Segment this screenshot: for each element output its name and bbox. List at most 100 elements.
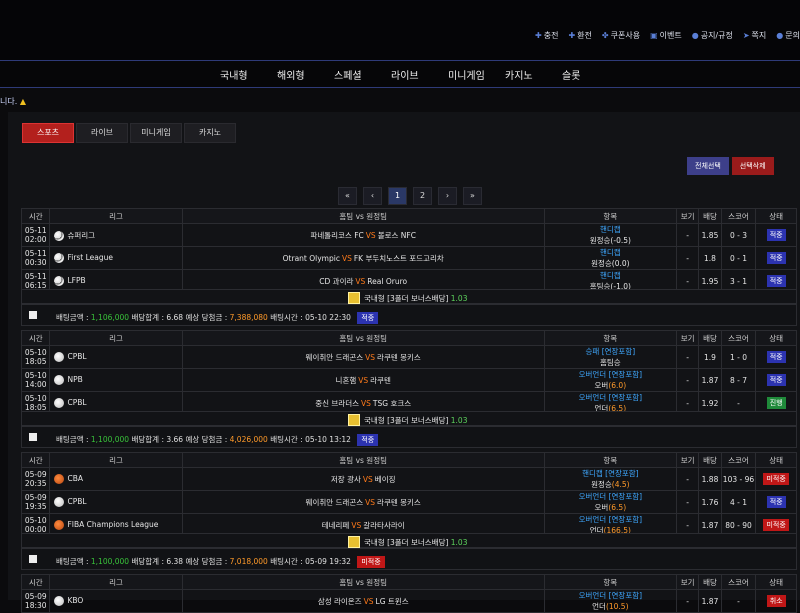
top-link-0[interactable]: ✚ 충전 [535,30,558,41]
league-cell: 슈퍼리그 [49,223,183,247]
first-page-button[interactable]: « [338,187,357,205]
league-name: CPBL [67,398,87,407]
header-score: 스코어 [720,574,757,590]
prev-page-button[interactable]: ‹ [363,187,382,205]
bonus-text: 국내형 [3폴더 보너스배당] 1.03 [364,293,467,304]
nav-item-6[interactable]: 슬롯 [562,67,619,82]
bonus-label: [3폴더 보너스배당] [384,294,451,303]
match-date: 05-10 [24,371,47,380]
match-cell[interactable]: 파네톨리코스 FC VS 볼로스 NFC [181,223,545,247]
pick: 오버(6.5) [545,502,675,513]
page-1-button[interactable]: 1 [388,187,407,205]
bonus-type: 국내형 [364,294,385,303]
select-checkbox[interactable] [29,433,37,441]
nav-item-2[interactable]: 스페셜 [334,67,391,82]
match-date: 05-11 [24,272,47,281]
bonus-label: [3폴더 보너스배당] [384,538,451,547]
view-cell[interactable]: - [675,246,700,270]
header-time: 시간 [20,208,51,224]
match-date: 05-11 [24,226,47,235]
tab-1[interactable]: 라이브 [76,123,128,143]
view-cell[interactable]: - [675,345,700,369]
nav-item-4[interactable]: 미니게임 [448,67,505,82]
top-link-5[interactable]: ➤ 쪽지 [743,30,766,41]
summary-total-label: 배당합계 : [131,557,164,566]
view-cell[interactable]: - [675,223,700,247]
match-date: 05-10 [24,394,47,403]
delete-selected-button[interactable]: 선택삭제 [731,157,774,175]
pick-label: 언더 [592,602,606,611]
match-time: 02:00 [24,235,47,244]
top-link-3[interactable]: ▣ 이벤트 [650,30,682,41]
vs-label: VS [361,398,371,408]
select-checkbox[interactable] [29,311,37,319]
status-cell: 취소 [755,589,797,613]
select-all-button[interactable]: 전체선택 [687,157,729,175]
pick-label: 오버 [594,503,609,512]
nav-item-1[interactable]: 해외형 [277,67,334,82]
top-link-6[interactable]: ● 문의 [776,30,800,41]
match-time: 00:30 [24,258,47,267]
league-name: CBA [67,474,83,483]
last-page-button[interactable]: » [463,187,482,205]
odds-cell: 1.87 [698,368,722,392]
match-cell[interactable]: 웨이취안 드래곤스 VS 라쿠텐 몽키스 [181,490,545,514]
view-cell[interactable]: - [675,368,700,392]
match-time: 18:30 [24,601,47,610]
match-cell[interactable]: 저장 광사 VS 베이징 [181,467,545,491]
tab-0[interactable]: 스포츠 [22,123,74,143]
nav-item-3[interactable]: 라이브 [391,67,448,82]
status-badge: 진행 [766,397,786,409]
select-checkbox[interactable] [29,555,37,563]
market-cell: 오버언더 [연장포함] 오버(6.0) [543,368,677,392]
time-cell: 05-09 18:30 [20,589,51,613]
bonus-box-icon [348,536,360,548]
away-team: 갈라타사라이 [363,520,405,530]
tab-3[interactable]: 카지노 [184,123,236,143]
view-cell[interactable]: - [675,589,700,613]
vs-label: VS [365,230,376,240]
status-cell: 적중 [755,246,797,270]
status-badge: 적중 [766,275,786,287]
score-cell: 0 - 3 [720,223,757,247]
bonus-text: 국내형 [3폴더 보너스배당] 1.03 [364,415,467,426]
view-cell[interactable]: - [675,467,700,491]
top-link-1[interactable]: ✚ 환전 [568,30,591,41]
match-date: 05-10 [24,516,47,525]
summary-text: 배팅금액 : 1,106,000 배당합계 : 6.68 예상 당첨금 : 7,… [56,312,379,324]
page-2-button[interactable]: 2 [413,187,432,205]
bonus-type: 국내형 [364,416,385,425]
bonus-box-icon [348,414,360,426]
nav-item-5[interactable]: 카지노 [505,67,562,82]
question-icon: ● [776,31,784,40]
league-name: 슈퍼리그 [67,230,96,240]
top-bar: ✚ 충전 ✚ 환전 ✤ 쿠폰사용 ▣ 이벤트 ● 공지/규정 ➤ 쪽지 ● 문의 [0,0,800,60]
top-link-2[interactable]: ✤ 쿠폰사용 [602,30,640,41]
league-name: CPBL [67,352,87,361]
match-cell[interactable]: Otrant Olympic VS FK 부두치노스트 포드고리차 [181,246,545,270]
match-cell[interactable]: 웨이취안 드래곤스 VS 라쿠텐 몽키스 [181,345,545,369]
summary-time: 05-09 19:32 [305,557,351,566]
status-badge: 미적중 [763,519,789,531]
match-cell[interactable]: 삼성 라이온즈 VS LG 트윈스 [181,589,545,613]
summary-total-label: 배당합계 : [131,313,164,322]
tab-2[interactable]: 미니게임 [130,123,182,143]
top-link-4[interactable]: ● 공지/규정 [692,30,733,41]
view-cell[interactable]: - [675,490,700,514]
table-header-row: 시간 리그 홈팀 vs 원정팀 항목 보기 배당 스코어 상태 [20,330,797,346]
market-name: 오버언더 [연장포함] [578,591,643,600]
market-cell: 오버언더 [연장포함] 오버(6.5) [543,490,677,514]
match-cell[interactable]: 니혼햄 VS 라쿠텐 [181,368,545,392]
nav-items: 국내형 해외형 스페셜 라이브 미니게임 카지노 슬롯 [220,67,619,82]
time-cell: 05-10 18:05 [20,345,51,369]
baseball-icon [54,375,65,385]
header-view: 보기 [675,574,700,590]
status-badge: 적중 [766,496,786,508]
table-row: 05-09 19:35 CPBL 웨이취안 드래곤스 VS 라쿠텐 몽키스 오버언더 [연장… [20,490,797,514]
odds-cell: 1.88 [698,467,722,491]
calendar-icon: ▣ [650,31,658,40]
away-team: 볼로스 NFC [377,230,416,240]
next-page-button[interactable]: › [438,187,457,205]
nav-item-0[interactable]: 국내형 [220,67,277,82]
summary-text: 배팅금액 : 1,100,000 배당합계 : 3.66 예상 당첨금 : 4,… [56,434,379,446]
